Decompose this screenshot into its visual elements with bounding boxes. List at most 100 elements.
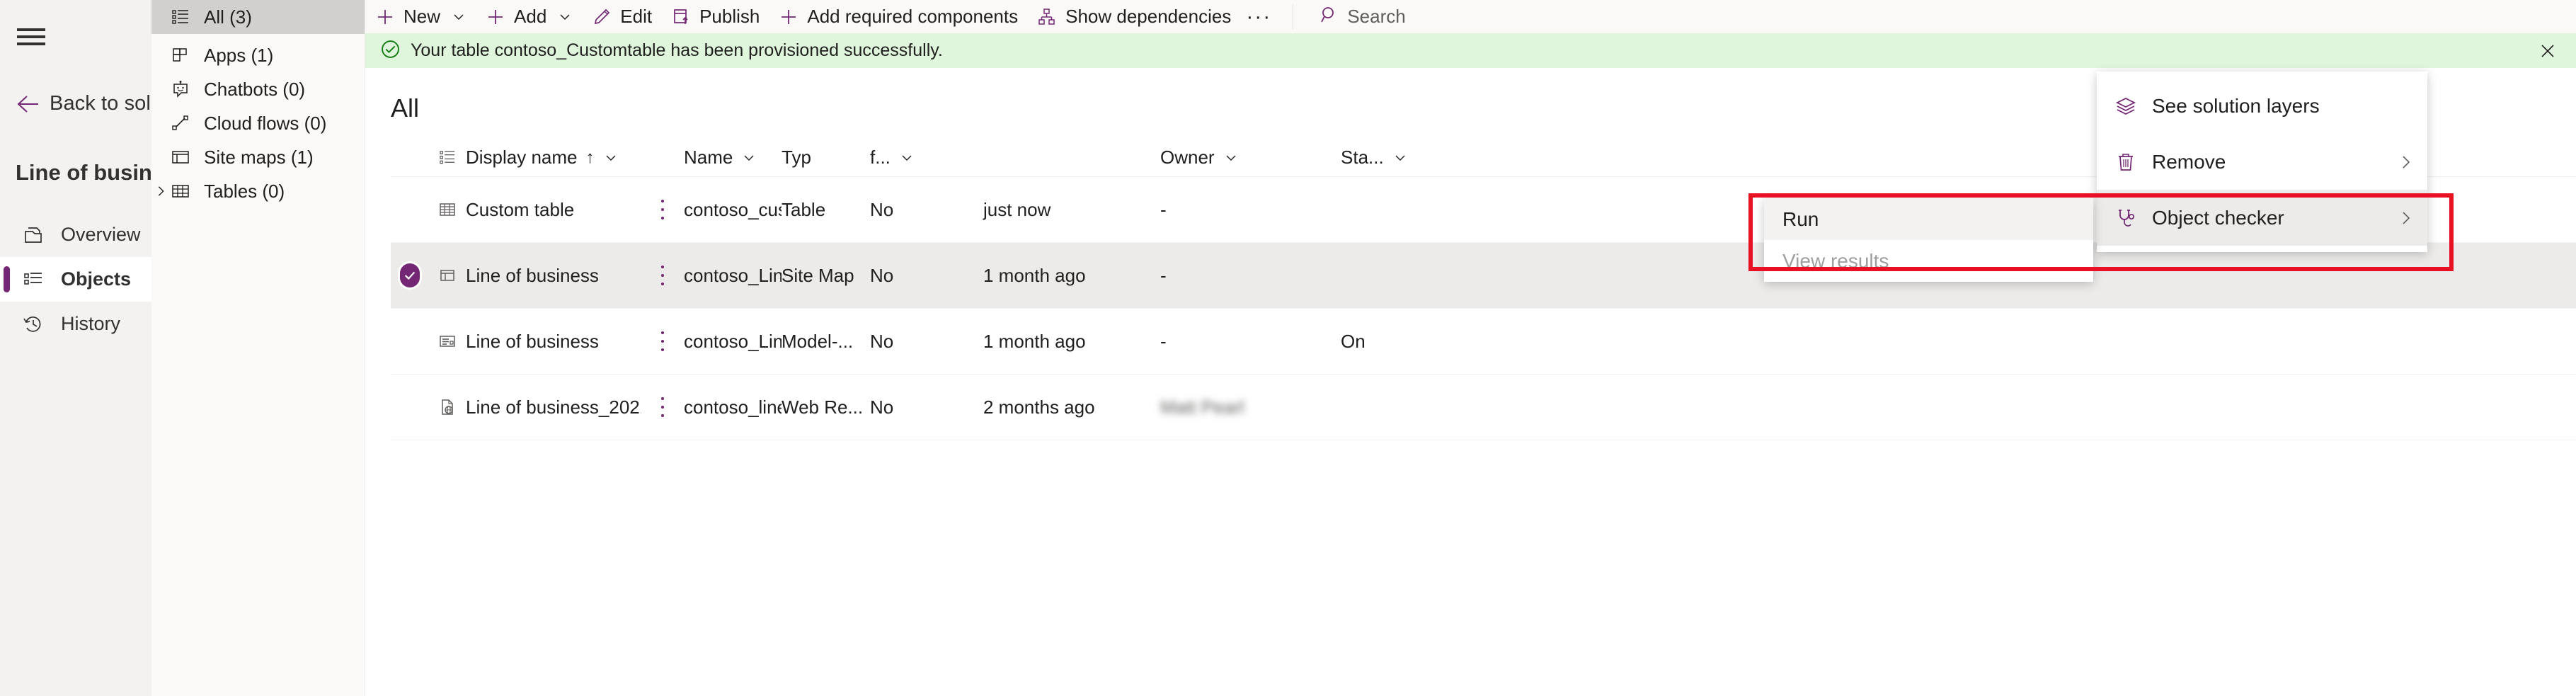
column-header-display-name[interactable]: Display name ↑: [466, 147, 641, 169]
menu-item-see-solution-layers[interactable]: See solution layers: [2097, 78, 2427, 134]
column-label: f...: [870, 147, 891, 169]
cell-status: On: [1341, 331, 1468, 353]
hamburger-menu-icon[interactable]: [17, 25, 47, 48]
arrow-left-icon: [16, 93, 40, 115]
cell-display-name: Line of business_20210430091:: [466, 397, 641, 418]
cell-type: Table: [782, 199, 870, 221]
row-more-actions-icon[interactable]: [641, 198, 684, 222]
table-row[interactable]: Line of business contoso_Lineofb... Site…: [391, 243, 2576, 309]
left-navigation: Back to solutions Line of business Overv…: [0, 0, 151, 696]
cell-modified: just now: [983, 199, 1160, 221]
cell-type: Site Map: [782, 265, 870, 287]
sidebar-item-objects[interactable]: Objects: [0, 257, 151, 302]
tree-item-all[interactable]: All (3): [151, 0, 365, 34]
cell-modified: 2 months ago: [983, 397, 1160, 418]
table-row[interactable]: Line of business contoso_Lineofb... Mode…: [391, 309, 2576, 375]
owner-name-redacted: Matt Pearl: [1160, 397, 1244, 418]
column-label: Display name: [466, 147, 578, 169]
cell-managed: No: [870, 199, 983, 221]
menu-item-label: Object checker: [2152, 207, 2382, 229]
command-bar: New Add: [365, 0, 2576, 33]
chevron-down-icon[interactable]: [1223, 150, 1239, 166]
objects-list-icon: [21, 268, 45, 292]
overflow-context-menu: See solution layers Remove: [2097, 72, 2427, 252]
search-icon: [1320, 6, 1339, 28]
publish-button[interactable]: Publish: [661, 0, 769, 33]
chevron-down-icon: [451, 9, 466, 25]
command-bar-buttons: New Add: [365, 0, 1277, 33]
table-icon: [429, 200, 466, 219]
checkmark-circle-icon: [381, 40, 400, 62]
column-label: Name: [684, 147, 733, 169]
trash-icon: [2114, 150, 2138, 174]
cell-modified: 1 month ago: [983, 331, 1160, 353]
sidebar-item-label: History: [61, 313, 120, 335]
pencil-icon: [591, 6, 612, 28]
sidebar-item-label: Overview: [61, 224, 141, 246]
new-button-label: New: [403, 6, 440, 28]
sitemap-icon: [170, 147, 191, 168]
column-header-status[interactable]: Sta...: [1341, 147, 1468, 169]
layers-icon: [2114, 94, 2138, 118]
chevron-right-icon: [2396, 210, 2416, 226]
close-icon[interactable]: [2534, 33, 2562, 68]
apps-grid-icon: [170, 45, 191, 66]
overflow-menu-button[interactable]: ···: [1240, 0, 1277, 33]
chevron-down-icon[interactable]: [1392, 150, 1408, 166]
column-label: Sta...: [1341, 147, 1384, 169]
chevron-down-icon[interactable]: [741, 150, 757, 166]
cell-managed: No: [870, 265, 983, 287]
column-header-managed[interactable]: f...: [870, 147, 983, 169]
cell-display-name: Line of business: [466, 265, 641, 287]
chevron-down-icon: [557, 9, 573, 25]
tree-item-label: Site maps (1): [204, 147, 314, 169]
menu-item-object-checker[interactable]: Object checker: [2097, 190, 2427, 246]
notification-text: Your table contoso_Customtable has been …: [411, 40, 943, 61]
cell-type: Web Re...: [782, 397, 870, 418]
add-button[interactable]: Add: [476, 0, 582, 33]
table-row[interactable]: Line of business_20210430091: contoso_li…: [391, 375, 2576, 440]
menu-item-remove[interactable]: Remove: [2097, 134, 2427, 190]
menu-item-label: Remove: [2152, 151, 2382, 173]
column-header-owner[interactable]: Owner: [1160, 147, 1341, 169]
page-title: All: [391, 93, 419, 123]
chatbot-icon: [170, 79, 191, 100]
tree-item-site-maps[interactable]: Site maps (1): [151, 140, 365, 174]
checkmark-icon: [398, 261, 422, 290]
column-header-type[interactable]: Typ: [782, 147, 870, 169]
plus-icon: [485, 6, 506, 28]
new-button[interactable]: New: [365, 0, 476, 33]
submenu-item-run[interactable]: Run: [1764, 198, 2093, 240]
object-checker-submenu: Run View results: [1764, 198, 2093, 282]
cell-managed: No: [870, 397, 983, 418]
tree-item-chatbots[interactable]: Chatbots (0): [151, 72, 365, 106]
web-resource-icon: [429, 398, 466, 416]
search-input[interactable]: Search: [1309, 6, 1416, 28]
cell-type: Model-...: [782, 331, 870, 353]
sidebar-item-history[interactable]: History: [0, 302, 151, 346]
cell-display-name: Line of business: [466, 331, 641, 353]
chevron-right-icon[interactable]: [151, 182, 170, 200]
show-dependencies-button[interactable]: Show dependencies: [1027, 0, 1240, 33]
add-required-components-button[interactable]: Add required components: [769, 0, 1027, 33]
show-dependencies-label: Show dependencies: [1065, 6, 1231, 28]
list-view-icon: [429, 149, 466, 166]
chevron-down-icon[interactable]: [899, 150, 915, 166]
tree-item-cloud-flows[interactable]: Cloud flows (0): [151, 106, 365, 140]
add-button-label: Add: [514, 6, 546, 28]
publish-icon: [670, 6, 692, 28]
row-more-actions-icon[interactable]: [641, 395, 684, 419]
sidebar-item-overview[interactable]: Overview: [0, 212, 151, 257]
tree-item-apps[interactable]: Apps (1): [151, 38, 365, 72]
edit-button[interactable]: Edit: [582, 0, 661, 33]
tree-item-tables[interactable]: Tables (0): [151, 174, 365, 208]
column-header-name[interactable]: Name: [684, 147, 782, 169]
cell-display-name: Custom table: [466, 199, 641, 221]
row-more-actions-icon[interactable]: [641, 329, 684, 353]
chevron-down-icon[interactable]: [603, 150, 619, 166]
cell-owner: -: [1160, 199, 1341, 221]
row-more-actions-icon[interactable]: [641, 263, 684, 287]
plus-icon: [374, 6, 396, 28]
tree-item-label: Tables (0): [204, 181, 285, 202]
row-checkbox[interactable]: [391, 261, 429, 290]
